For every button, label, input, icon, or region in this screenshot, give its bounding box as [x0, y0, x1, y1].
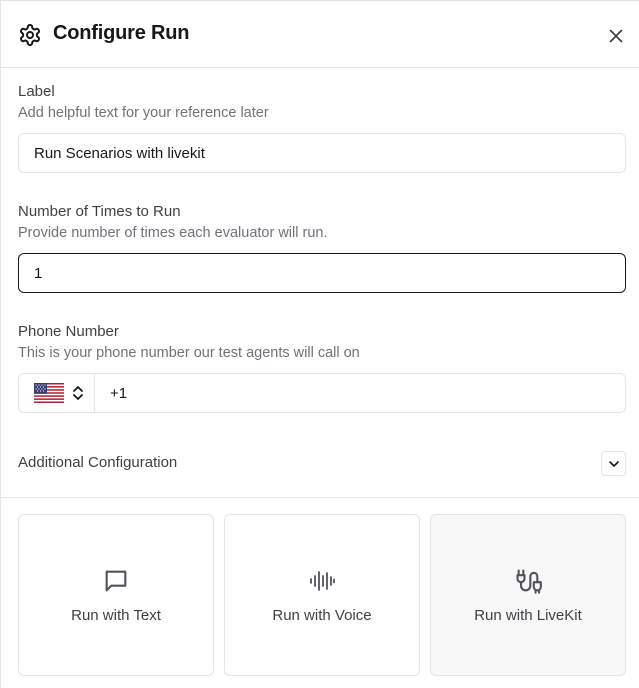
run-with-voice-card[interactable]: Run with Voice [224, 514, 420, 676]
dialog-header: Configure Run [1, 1, 639, 68]
additional-configuration-label: Additional Configuration [18, 454, 178, 471]
additional-configuration-toggle[interactable] [601, 451, 626, 476]
phone-number-input[interactable]: +1 [95, 374, 127, 412]
run-with-text-label: Run with Text [71, 607, 161, 624]
label-field-help: Add helpful text for your reference late… [18, 105, 269, 121]
plug-icon [516, 569, 542, 594]
phone-field-label: Phone Number [18, 323, 119, 340]
audio-waveform-icon [310, 571, 335, 591]
us-flag-icon [34, 383, 64, 403]
configure-run-dialog: Configure Run Label Add helpful text for… [0, 0, 639, 688]
times-input[interactable]: 1 [18, 253, 626, 293]
label-field-label: Label [18, 83, 55, 100]
section-divider [1, 497, 639, 498]
times-field-label: Number of Times to Run [18, 203, 181, 220]
phone-number-value: +1 [110, 384, 128, 402]
close-icon[interactable] [605, 25, 627, 47]
run-with-livekit-card[interactable]: Run with LiveKit [430, 514, 626, 676]
times-input-value: 1 [34, 264, 43, 282]
run-with-text-card[interactable]: Run with Text [18, 514, 214, 676]
dialog-title: Configure Run [53, 22, 190, 44]
phone-input-group: +1 [18, 373, 626, 413]
times-field-help: Provide number of times each evaluator w… [18, 225, 328, 241]
run-with-livekit-label: Run with LiveKit [474, 607, 582, 624]
chevron-down-icon [608, 460, 619, 467]
chevrons-up-down-icon [73, 386, 83, 400]
phone-field-help: This is your phone number our test agent… [18, 345, 360, 361]
message-icon [105, 570, 127, 592]
gear-icon [20, 24, 40, 46]
run-with-voice-label: Run with Voice [272, 607, 372, 624]
country-select[interactable] [19, 374, 95, 412]
label-input-value: Run Scenarios with livekit [34, 144, 205, 162]
label-input[interactable]: Run Scenarios with livekit [18, 133, 626, 173]
